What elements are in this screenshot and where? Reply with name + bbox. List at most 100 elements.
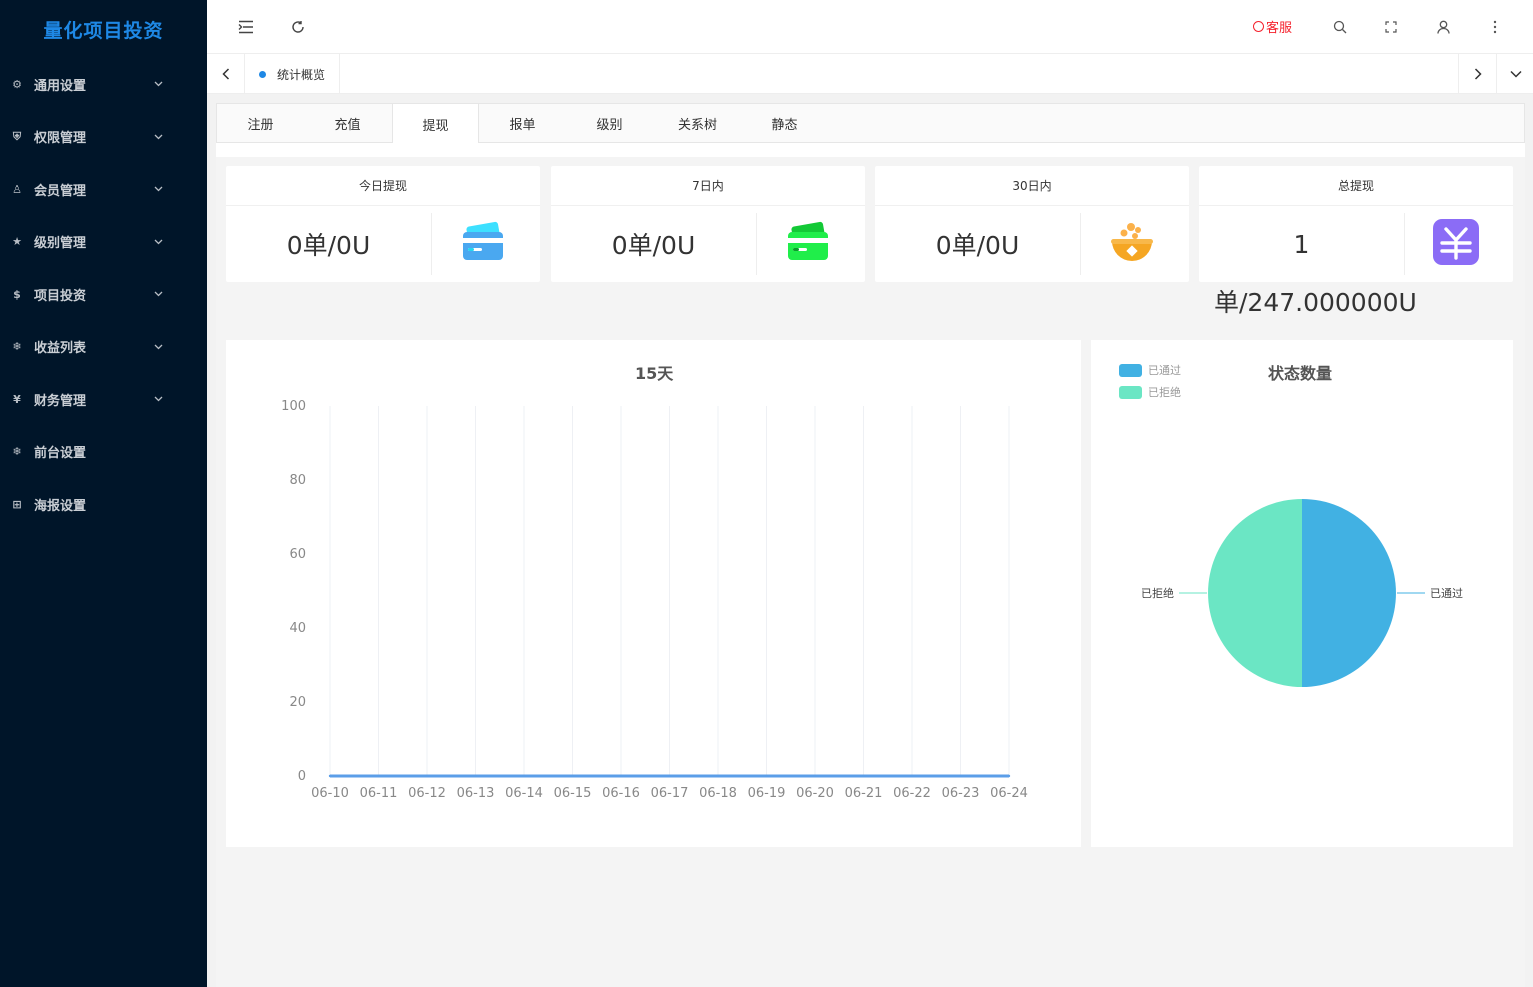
stat-card-value: 0单/0U bbox=[611, 231, 696, 260]
x-tick-label: 06-12 bbox=[408, 786, 446, 801]
x-tick-label: 06-20 bbox=[796, 786, 834, 801]
pie-label: 已通过 bbox=[1430, 587, 1463, 600]
data-point bbox=[377, 774, 380, 778]
chevron-down-icon bbox=[153, 132, 163, 142]
stat-card-total: 总提现 1 bbox=[1199, 166, 1513, 282]
sidebar-item[interactable]: $ 项目投资 bbox=[0, 268, 207, 321]
more-vertical-icon[interactable] bbox=[1484, 16, 1506, 38]
stats-subtabs: 注册 充值 提现 报单 级别 关系树 静态 bbox=[216, 103, 1525, 144]
y-tick-label: 100 bbox=[281, 399, 306, 414]
data-point bbox=[910, 774, 914, 778]
user-icon[interactable] bbox=[1432, 16, 1454, 38]
x-tick-label: 06-22 bbox=[893, 786, 931, 801]
x-tick-label: 06-17 bbox=[651, 786, 689, 801]
subtab-register[interactable]: 注册 bbox=[217, 104, 304, 143]
dollar-circle-icon: $ bbox=[13, 287, 21, 301]
data-point bbox=[425, 774, 429, 778]
stat-card-today: 今日提现 0单/0U bbox=[226, 166, 540, 282]
divider bbox=[756, 213, 757, 275]
menu-toggle-icon[interactable] bbox=[235, 16, 257, 38]
circle-icon bbox=[1253, 21, 1264, 32]
search-icon[interactable] bbox=[1329, 16, 1351, 38]
data-point bbox=[765, 774, 768, 778]
sidebar-item-label: 财务管理 bbox=[34, 393, 87, 409]
stat-card-title: 总提现 bbox=[1199, 166, 1513, 206]
data-point bbox=[668, 774, 671, 778]
x-tick-label: 06-21 bbox=[845, 786, 883, 801]
sidebar-item-label: 通用设置 bbox=[34, 78, 87, 94]
x-tick-label: 06-14 bbox=[505, 786, 543, 801]
gear-icon: ⚙ bbox=[12, 77, 22, 91]
subtab-panel-top bbox=[216, 143, 1525, 157]
page-tab-label: 统计概览 bbox=[277, 67, 326, 82]
legend-swatch bbox=[1119, 364, 1142, 377]
chevron-down-icon bbox=[153, 79, 163, 89]
tab-scroll-right-icon[interactable] bbox=[1458, 54, 1496, 94]
tab-menu-chevron-down-icon[interactable] bbox=[1496, 54, 1533, 94]
main-content: 注册 充值 提现 报单 级别 关系树 静态 今日提现 0单/0U 7日内 0单/… bbox=[216, 103, 1525, 987]
app-logo: 量化项目投资 bbox=[43, 19, 164, 42]
subtab-order[interactable]: 报单 bbox=[479, 104, 566, 143]
chevron-down-icon bbox=[153, 237, 163, 247]
pie-slice bbox=[1302, 499, 1396, 687]
sidebar-menu: ⚙ 通用设置 ⛨ 权限管理 ♙ 会员管理 ★ 级别管理 $ 项目投资 ❄ 收益列表 ¥ 财务管理 ❄ 前台设置… bbox=[0, 58, 207, 531]
sidebar-item[interactable]: ❄ 前台设置 bbox=[0, 426, 207, 479]
x-tick-label: 06-24 bbox=[990, 786, 1028, 801]
x-tick-label: 06-16 bbox=[602, 786, 640, 801]
chevron-down-icon bbox=[153, 342, 163, 352]
page-tab-bar: 统计概览 bbox=[207, 54, 1533, 94]
refresh-icon[interactable] bbox=[287, 16, 309, 38]
divider bbox=[1080, 213, 1081, 275]
sidebar-item-label: 项目投资 bbox=[34, 288, 87, 304]
stat-card-7days: 7日内 0单/0U bbox=[551, 166, 865, 282]
subtab-level[interactable]: 级别 bbox=[566, 104, 653, 143]
user-icon: ♙ bbox=[12, 182, 22, 196]
data-point bbox=[571, 774, 574, 778]
data-point bbox=[716, 774, 720, 778]
x-tick-label: 06-10 bbox=[311, 786, 349, 801]
line-chart: 0 20 40 60 80 100 06-10 06-11 06-12 06-13 06-14 06-… bbox=[281, 399, 1028, 801]
legend-swatch bbox=[1119, 386, 1142, 399]
sidebar-item-label: 会员管理 bbox=[34, 183, 87, 199]
sidebar-item[interactable]: ❄ 收益列表 bbox=[0, 321, 207, 374]
y-tick-label: 60 bbox=[289, 547, 306, 562]
sidebar-item[interactable]: ⚙ 通用设置 bbox=[0, 58, 207, 111]
subtab-recharge[interactable]: 充值 bbox=[304, 104, 391, 143]
tab-scroll-left-icon[interactable] bbox=[207, 54, 245, 94]
sidebar-item[interactable]: ⊞ 海报设置 bbox=[0, 478, 207, 531]
sidebar-item[interactable]: ♙ 会员管理 bbox=[0, 163, 207, 216]
treasure-bowl-icon bbox=[1111, 221, 1153, 263]
y-tick-label: 80 bbox=[289, 473, 306, 488]
sidebar-item[interactable]: ¥ 财务管理 bbox=[0, 373, 207, 426]
pie-chart: 已通过已拒绝已通过已拒绝 bbox=[1119, 364, 1463, 687]
sidebar-item[interactable]: ⛨ 权限管理 bbox=[0, 111, 207, 164]
data-point bbox=[522, 774, 526, 778]
x-tick-label: 06-18 bbox=[699, 786, 737, 801]
subtab-withdraw[interactable]: 提现 bbox=[392, 104, 479, 144]
data-point bbox=[959, 774, 962, 778]
y-tick-label: 40 bbox=[289, 621, 306, 636]
data-point bbox=[862, 774, 865, 778]
subtab-static[interactable]: 静态 bbox=[741, 104, 828, 143]
page-tab-overview[interactable]: 统计概览 bbox=[245, 54, 341, 94]
pie-label: 已拒绝 bbox=[1141, 586, 1174, 600]
stat-card-title: 今日提现 bbox=[226, 166, 540, 206]
stat-card-title: 30日内 bbox=[875, 166, 1189, 206]
data-point bbox=[1007, 774, 1011, 778]
sidebar-item[interactable]: ★ 级别管理 bbox=[0, 216, 207, 269]
subtab-relation-tree[interactable]: 关系树 bbox=[654, 104, 741, 143]
stat-card-value-overflow: 单/247.000000U bbox=[1214, 288, 1417, 317]
customer-service-label: 客服 bbox=[1266, 21, 1293, 36]
fullscreen-icon[interactable] bbox=[1380, 16, 1402, 38]
credit-card-icon bbox=[787, 221, 829, 263]
stat-card-value: 0单/0U bbox=[935, 231, 1020, 260]
snowflake-icon: ❄ bbox=[12, 340, 22, 354]
star-icon: ★ bbox=[12, 235, 22, 249]
divider bbox=[1404, 213, 1405, 275]
legend-label: 已通过 bbox=[1148, 364, 1181, 377]
customer-service-link[interactable]: 客服 bbox=[1253, 17, 1292, 36]
sidebar-item-label: 级别管理 bbox=[34, 236, 87, 252]
data-point bbox=[328, 774, 332, 778]
legend-label: 已拒绝 bbox=[1148, 385, 1181, 399]
data-point bbox=[474, 774, 477, 778]
